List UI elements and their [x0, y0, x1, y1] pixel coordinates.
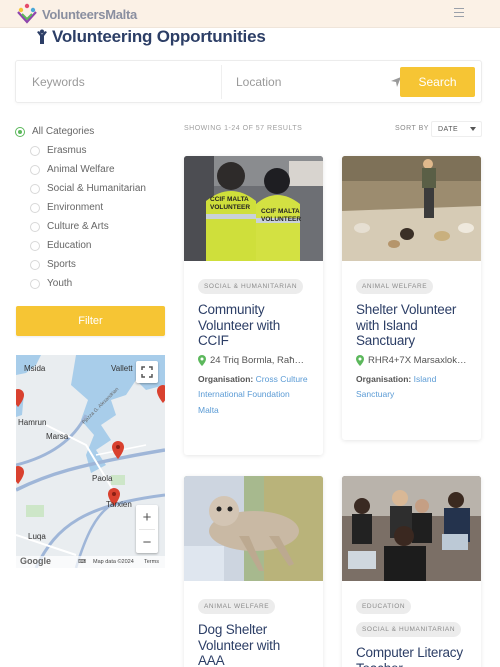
category-tag[interactable]: ANIMAL WELFARE	[198, 599, 276, 614]
search-button[interactable]: Search	[400, 67, 475, 97]
card-image[interactable]: CCIF MALTA VOLUNTEER CCIF MALTA VOLUNTEE…	[184, 156, 323, 261]
category-label: Social & Humanitarian	[47, 183, 146, 194]
map-label: Tarxien	[106, 500, 132, 509]
category-label: Environment	[47, 202, 104, 213]
vest-text: VOLUNTEER	[210, 204, 251, 211]
organisation-label: Organisation:	[356, 373, 412, 384]
map-label: Luqa	[28, 532, 46, 541]
search-form: Search	[15, 60, 482, 103]
radio-icon[interactable]	[30, 202, 40, 213]
sort-value: DATE	[438, 125, 459, 133]
card-image[interactable]	[342, 476, 481, 581]
opportunity-card[interactable]: EDUCATION SOCIAL & HUMANITARIAN Computer…	[342, 476, 481, 667]
vest-text: VOLUNTEER	[261, 216, 302, 223]
location-text: RHR4+7X Marsaxlok…	[368, 354, 467, 366]
radio-icon[interactable]	[30, 240, 40, 251]
card-location: 24 Triq Bormla, Raħ…	[198, 354, 309, 366]
page-title-text: Volunteering Opportunities	[52, 27, 266, 46]
category-option[interactable]: Animal Welfare	[15, 160, 146, 179]
vest-text: CCIF MALTA	[210, 196, 249, 203]
radio-icon[interactable]	[30, 221, 40, 232]
category-option[interactable]: Youth	[15, 274, 146, 293]
sanctuary-photo	[342, 156, 481, 261]
radio-icon[interactable]	[30, 145, 40, 156]
category-label: Education	[47, 240, 92, 251]
site-logo[interactable]: VolunteersMalta	[15, 2, 137, 26]
radio-icon[interactable]	[30, 164, 40, 175]
fullscreen-button[interactable]	[136, 361, 158, 383]
volunteer-icon	[37, 29, 47, 44]
map-terms-link[interactable]: Terms	[144, 559, 159, 565]
category-label: Culture & Arts	[47, 221, 109, 232]
category-tag[interactable]: SOCIAL & HUMANITARIAN	[356, 622, 462, 637]
location-pin-icon	[356, 354, 364, 366]
keyboard-icon[interactable]: ⌨	[78, 559, 86, 565]
card-title[interactable]: Computer Literacy Teacher	[356, 645, 467, 667]
dog-photo	[184, 476, 323, 581]
card-organisation: Organisation: Cross Culture Internationa…	[198, 372, 309, 419]
map-label: Msida	[24, 364, 46, 373]
zoom-controls: + −	[136, 505, 158, 553]
sort-label: SORT BY	[395, 125, 429, 132]
menu-icon[interactable]	[454, 8, 464, 18]
chevron-down-icon	[470, 127, 476, 131]
category-tag[interactable]: SOCIAL & HUMANITARIAN	[198, 279, 304, 294]
card-title[interactable]: Shelter Volunteer with Island Sanctuary	[356, 302, 467, 349]
logo-icon	[17, 3, 37, 24]
filter-button[interactable]: Filter	[16, 306, 165, 336]
category-label: Sports	[47, 259, 76, 270]
card-title[interactable]: Dog Shelter Volunteer with AAA	[198, 622, 309, 667]
radio-checked-icon[interactable]	[15, 126, 25, 137]
top-bar: VolunteersMalta	[0, 0, 500, 28]
search-divider	[221, 65, 222, 99]
organisation-label: Organisation:	[198, 373, 254, 384]
card-organisation: Organisation: Island Sanctuary	[356, 372, 467, 403]
google-logo[interactable]: Google	[20, 556, 51, 566]
category-option[interactable]: Social & Humanitarian	[15, 179, 146, 198]
category-list: All Categories Erasmus Animal Welfare So…	[15, 122, 146, 293]
category-label: All Categories	[32, 126, 95, 137]
logo-text: VolunteersMalta	[42, 6, 137, 22]
location-pin-icon	[198, 354, 206, 366]
location-text: 24 Triq Bormla, Raħ…	[210, 354, 304, 366]
card-title[interactable]: Community Volunteer with CCIF	[198, 302, 309, 349]
fullscreen-icon	[141, 366, 153, 378]
card-image[interactable]	[184, 476, 323, 581]
map-label: Paola	[92, 474, 113, 483]
opportunity-card[interactable]: CCIF MALTA VOLUNTEER CCIF MALTA VOLUNTEE…	[184, 156, 323, 455]
results-count: SHOWING 1-24 OF 57 RESULTS	[184, 125, 303, 132]
vest-text: CCIF MALTA	[261, 208, 300, 215]
map-label: Marsa	[46, 432, 69, 441]
zoom-in-button[interactable]: +	[136, 505, 158, 529]
radio-icon[interactable]	[30, 278, 40, 289]
map-attribution: Map data ©2024	[93, 559, 134, 565]
zoom-out-button[interactable]: −	[136, 530, 158, 554]
classroom-photo	[342, 476, 481, 581]
category-label: Animal Welfare	[47, 164, 115, 175]
location-input[interactable]	[236, 75, 376, 89]
results-map[interactable]: Msida Vallett Hamrun Marsa Paola Tarxien…	[16, 355, 165, 568]
category-option[interactable]: Erasmus	[15, 141, 146, 160]
volunteers-photo	[184, 156, 323, 261]
category-label: Youth	[47, 278, 73, 289]
keywords-input[interactable]	[32, 75, 202, 89]
page-title: Volunteering Opportunities	[36, 27, 266, 47]
category-tag[interactable]: ANIMAL WELFARE	[356, 279, 434, 294]
card-image[interactable]	[342, 156, 481, 261]
category-option[interactable]: Sports	[15, 255, 146, 274]
opportunity-card[interactable]: ANIMAL WELFARE Shelter Volunteer with Is…	[342, 156, 481, 440]
sort-select[interactable]: DATE	[431, 121, 482, 137]
radio-icon[interactable]	[30, 259, 40, 270]
category-option[interactable]: All Categories	[15, 122, 146, 141]
map-label: Vallett	[111, 364, 133, 373]
card-location: RHR4+7X Marsaxlok…	[356, 354, 467, 366]
category-option[interactable]: Environment	[15, 198, 146, 217]
category-option[interactable]: Culture & Arts	[15, 217, 146, 236]
radio-icon[interactable]	[30, 183, 40, 194]
map-label: Hamrun	[18, 418, 47, 427]
category-option[interactable]: Education	[15, 236, 146, 255]
opportunity-card[interactable]: ANIMAL WELFARE Dog Shelter Volunteer wit…	[184, 476, 323, 667]
category-label: Erasmus	[47, 145, 87, 156]
category-tag[interactable]: EDUCATION	[356, 599, 412, 614]
